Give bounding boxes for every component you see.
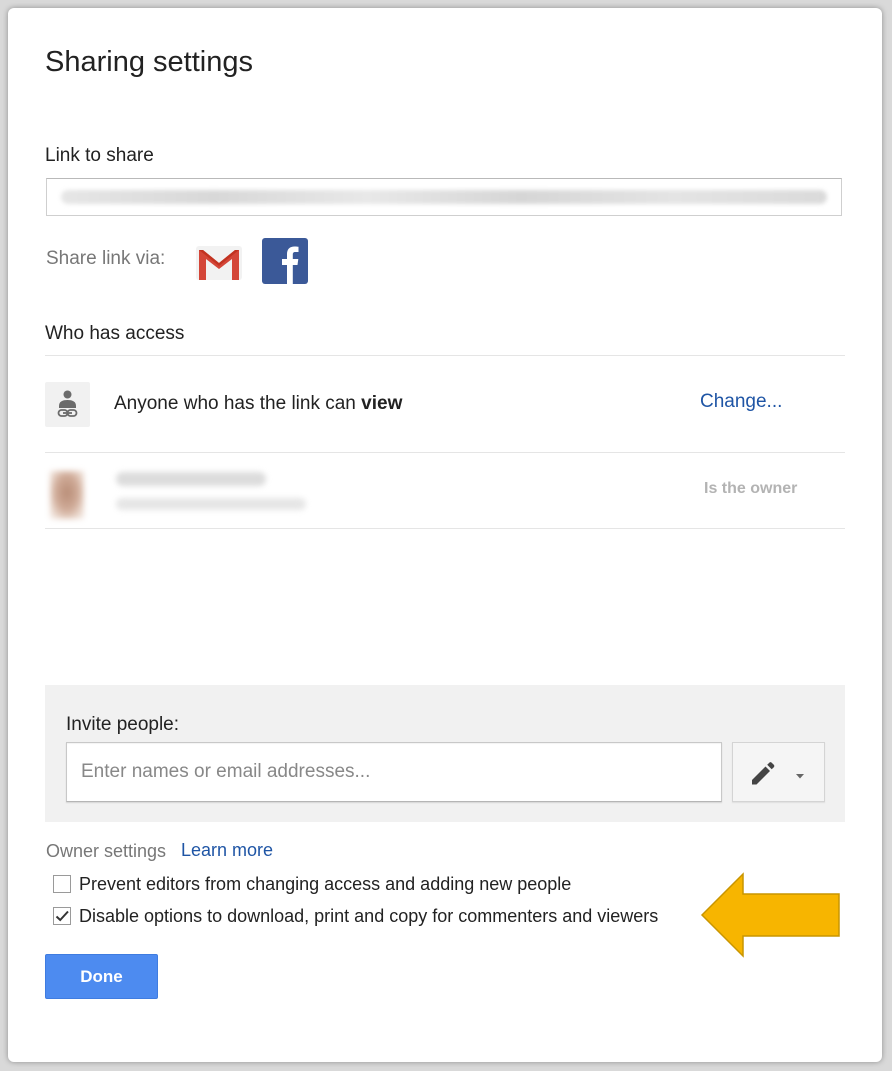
pencil-icon (752, 762, 775, 785)
checkmark-icon (55, 910, 69, 922)
link-access-description: Anyone who has the link can view (114, 393, 402, 415)
access-description-prefix: Anyone who has the link can (114, 393, 362, 414)
permission-dropdown-button[interactable] (732, 742, 825, 802)
owner-role-label: Is the owner (704, 480, 798, 497)
sharing-settings-dialog: Sharing settings Link to share Share lin… (8, 8, 882, 1062)
owner-settings-label: Owner settings (46, 841, 167, 861)
access-top-divider (45, 355, 845, 356)
gmail-icon[interactable] (194, 242, 244, 284)
link-sharing-icon (45, 382, 90, 427)
invite-people-input[interactable] (66, 742, 722, 802)
access-level: view (361, 393, 403, 414)
share-link-field[interactable] (46, 178, 842, 216)
dialog-title: Sharing settings (45, 46, 253, 78)
share-via-label: Share link via: (46, 248, 166, 269)
invite-people-label: Invite people: (66, 714, 180, 735)
disable-download-checkbox[interactable] (53, 907, 71, 925)
access-middle-divider (45, 452, 845, 453)
prevent-editors-label: Prevent editors from changing access and… (79, 874, 572, 894)
owner-avatar (50, 471, 84, 519)
access-bottom-divider (45, 528, 845, 529)
learn-more-link[interactable]: Learn more (181, 840, 273, 861)
disable-download-label: Disable options to download, print and c… (79, 906, 659, 926)
blurred-share-url (61, 190, 827, 204)
done-button[interactable]: Done (45, 954, 158, 999)
owner-name-blurred (116, 472, 266, 486)
chevron-down-icon (796, 774, 804, 779)
arrow-left-icon (700, 872, 840, 958)
prevent-editors-checkbox[interactable] (53, 875, 71, 893)
facebook-icon[interactable] (262, 238, 308, 284)
owner-email-blurred (116, 498, 306, 510)
who-has-access-heading: Who has access (45, 323, 185, 344)
invite-people-panel: Invite people: (45, 685, 845, 822)
change-access-link[interactable]: Change... (700, 391, 782, 413)
link-to-share-label: Link to share (45, 145, 154, 166)
